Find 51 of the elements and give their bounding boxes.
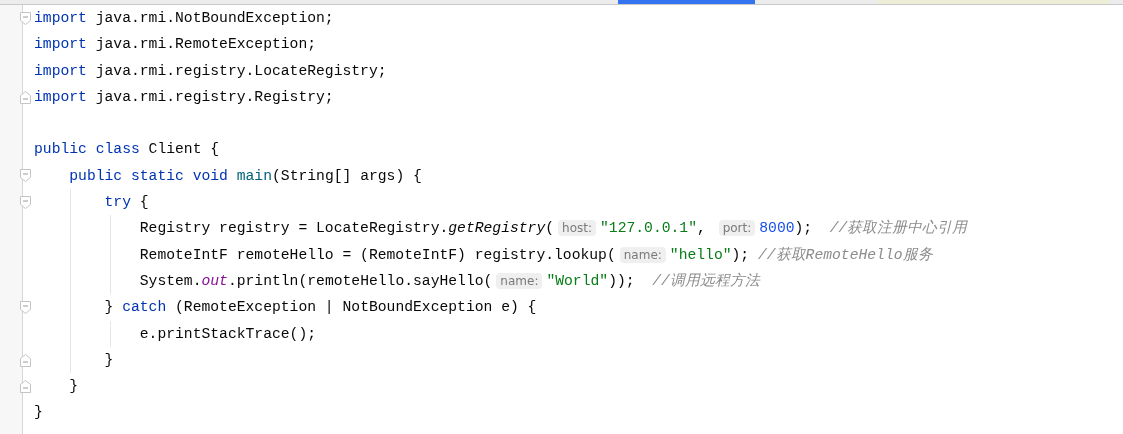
code-text: );: [794, 220, 814, 237]
method-call: getRegistry: [448, 220, 546, 237]
fold-icon[interactable]: [19, 90, 31, 104]
keyword: import: [34, 88, 87, 105]
parameter-hint: port:: [718, 220, 756, 237]
code-text: java.rmi.RemoteException;: [94, 36, 317, 53]
code-text: }: [68, 378, 79, 395]
code-text: }: [103, 351, 114, 368]
fold-icon[interactable]: [19, 195, 31, 209]
code-text: System.: [138, 272, 202, 289]
code-text: (RemoteException | NotBoundException e) {: [174, 299, 537, 316]
fold-icon[interactable]: [19, 300, 31, 314]
code-text: Registry registry = LocateRegistry.: [138, 220, 449, 237]
code-text: );: [731, 246, 751, 263]
code-comment: //调用远程方法: [652, 272, 760, 289]
code-text: java.rmi.registry.LocateRegistry;: [94, 62, 387, 79]
parameter-hint: name:: [496, 272, 543, 289]
fold-icon[interactable]: [19, 169, 31, 183]
code-text: java.rmi.NotBoundException;: [94, 10, 334, 26]
parameter-hint: name:: [619, 246, 666, 263]
keyword: try: [103, 194, 131, 211]
method-name: main: [236, 167, 272, 184]
code-text: java.rmi.registry.Registry;: [94, 88, 334, 105]
keyword: import: [34, 10, 87, 26]
code-text: }: [103, 299, 115, 316]
keyword: public static void: [68, 167, 229, 184]
field-name: out: [201, 272, 228, 289]
string-literal: "127.0.0.1": [600, 220, 697, 237]
code-text: }: [34, 404, 43, 421]
number-literal: 8000: [759, 220, 795, 237]
keyword: public class: [34, 141, 140, 158]
code-comment: //获取注册中心引用: [829, 220, 968, 237]
fold-icon[interactable]: [19, 353, 31, 367]
parameter-hint: host:: [558, 220, 596, 237]
fold-icon[interactable]: [19, 379, 31, 393]
code-text: e.printStackTrace();: [138, 325, 317, 342]
code-text: RemoteIntF remoteHello = (RemoteIntF) registry.lookup(: [138, 246, 616, 263]
keyword: import: [34, 36, 87, 53]
code-text: .println(remoteHello.sayHello(: [227, 272, 493, 289]
string-literal: "World": [546, 272, 609, 289]
code-text: ,: [697, 220, 707, 237]
code-text: Client {: [147, 141, 220, 158]
code-comment: //获取RemoteHello服务: [757, 246, 933, 263]
code-text: {: [138, 194, 149, 211]
string-literal: "hello": [669, 246, 732, 263]
code-text: (: [545, 220, 555, 237]
code-text: ));: [608, 272, 636, 289]
keyword: catch: [122, 299, 167, 316]
keyword: import: [34, 62, 87, 79]
code-text: (String[] args) {: [272, 167, 422, 184]
fold-icon[interactable]: [19, 11, 31, 25]
